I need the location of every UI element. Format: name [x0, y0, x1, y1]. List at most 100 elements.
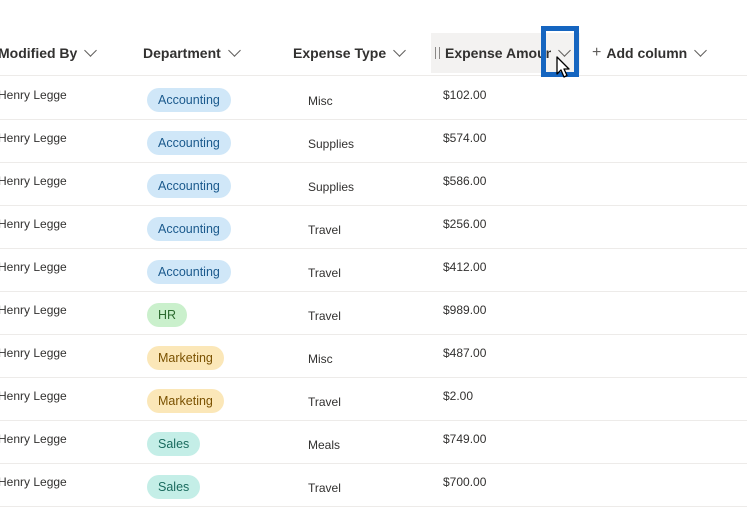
department-pill: Marketing — [147, 345, 224, 370]
department-cell: Accounting — [147, 164, 231, 207]
column-header-label: Expense Amount — [445, 45, 551, 61]
add-column-button[interactable]: + Add column — [592, 31, 708, 75]
expense-amount-cell: $700.00 — [443, 460, 486, 503]
table-row[interactable]: Henry Legge Marketing Travel $2.00 — [0, 377, 747, 421]
department-cell: Accounting — [147, 250, 231, 293]
department-pill: Accounting — [147, 130, 231, 155]
department-pill: Accounting — [147, 87, 231, 112]
department-cell: Accounting — [147, 78, 231, 121]
table-row[interactable]: Henry Legge HR Travel $989.00 — [0, 291, 747, 335]
expense-type-text: Travel — [308, 265, 341, 280]
department-pill: Accounting — [147, 259, 231, 284]
column-header-label: Modified By — [0, 45, 78, 61]
table-row[interactable]: Henry Legge Accounting Misc $102.00 — [0, 76, 747, 120]
expense-type-text: Misc — [308, 351, 333, 366]
expense-amount-text: $586.00 — [443, 173, 487, 188]
expense-type-cell: Misc — [308, 79, 333, 122]
expense-type-text: Supplies — [308, 179, 355, 194]
expense-type-cell: Travel — [308, 380, 341, 423]
expense-type-cell: Meals — [308, 423, 340, 466]
table-row[interactable]: Henry Legge Accounting Supplies $586.00 — [0, 162, 747, 206]
column-resize-grip-icon[interactable] — [435, 47, 440, 59]
modified-by-text: Henry Legge — [0, 345, 67, 360]
modified-by-text: Henry Legge — [0, 130, 67, 145]
modified-by-cell: Henry Legge — [0, 159, 67, 202]
modified-by-text: Henry Legge — [0, 259, 67, 274]
column-header-expense-type[interactable]: Expense Type — [293, 31, 406, 75]
expense-amount-text: $574.00 — [443, 130, 487, 145]
modified-by-cell: Henry Legge — [0, 374, 67, 417]
modified-by-text: Henry Legge — [0, 474, 67, 489]
modified-by-cell: Henry Legge — [0, 288, 67, 331]
expense-amount-text: $700.00 — [443, 474, 487, 489]
modified-by-text: Henry Legge — [0, 173, 67, 188]
modified-by-text: Henry Legge — [0, 216, 67, 231]
expense-amount-cell: $256.00 — [443, 202, 486, 245]
expense-type-cell: Supplies — [308, 165, 354, 208]
expense-amount-text: $412.00 — [443, 259, 487, 274]
column-header-label: Department — [143, 45, 221, 61]
expense-type-text: Supplies — [308, 136, 355, 151]
modified-by-text: Henry Legge — [0, 431, 67, 446]
department-cell: Marketing — [147, 336, 224, 379]
expense-type-cell: Supplies — [308, 122, 354, 165]
expense-amount-text: $487.00 — [443, 345, 487, 360]
expense-amount-text: $749.00 — [443, 431, 487, 446]
table-row[interactable]: Henry Legge Sales Meals $749.00 — [0, 420, 747, 464]
department-cell: Sales — [147, 422, 201, 465]
add-column-label: Add column — [606, 45, 688, 61]
table-row[interactable]: Henry Legge Accounting Travel $412.00 — [0, 248, 747, 292]
expense-amount-cell: $574.00 — [443, 116, 486, 159]
department-cell: Marketing — [147, 379, 224, 422]
expense-type-cell: Travel — [308, 294, 341, 337]
modified-by-text: Henry Legge — [0, 302, 67, 317]
modified-by-cell: Henry Legge — [0, 460, 67, 503]
department-pill: Accounting — [147, 173, 231, 198]
department-cell: HR — [147, 293, 188, 336]
department-pill: HR — [147, 302, 188, 327]
chevron-down-icon[interactable] — [393, 44, 406, 57]
department-pill: Sales — [147, 474, 201, 499]
expense-amount-cell: $749.00 — [443, 417, 486, 460]
plus-icon: + — [592, 44, 602, 61]
chevron-down-icon[interactable] — [84, 44, 98, 57]
expense-type-text: Misc — [308, 93, 333, 108]
modified-by-cell: Henry Legge — [0, 245, 67, 288]
table-row[interactable]: Henry Legge Accounting Travel $256.00 — [0, 205, 747, 249]
expense-amount-text: $2.00 — [443, 388, 474, 403]
department-pill: Accounting — [147, 216, 231, 241]
chevron-down-icon[interactable] — [694, 44, 708, 57]
column-header-label: Expense Type — [293, 45, 387, 61]
expense-amount-cell: $586.00 — [443, 159, 486, 202]
chevron-down-icon[interactable] — [227, 44, 241, 57]
list-header-row: Modified By Department Expense Type Expe… — [0, 31, 747, 76]
table-row[interactable]: Henry Legge Sales Travel $700.00 — [0, 463, 747, 507]
modified-by-text: Henry Legge — [0, 87, 67, 102]
modified-by-text: Henry Legge — [0, 388, 67, 403]
modified-by-cell: Henry Legge — [0, 202, 67, 245]
department-cell: Sales — [147, 465, 201, 508]
expense-type-text: Travel — [308, 394, 341, 409]
table-row[interactable]: Henry Legge Accounting Supplies $574.00 — [0, 119, 747, 163]
expense-amount-cell: $102.00 — [443, 73, 486, 116]
modified-by-cell: Henry Legge — [0, 331, 67, 374]
department-cell: Accounting — [147, 121, 231, 164]
column-header-department[interactable]: Department — [143, 31, 241, 75]
column-header-modified-by[interactable]: Modified By — [0, 31, 98, 75]
expense-type-cell: Travel — [308, 251, 341, 294]
department-pill: Marketing — [147, 388, 224, 413]
expense-type-text: Travel — [308, 222, 341, 237]
expense-amount-text: $256.00 — [443, 216, 487, 231]
modified-by-cell: Henry Legge — [0, 73, 67, 116]
table-row[interactable]: Henry Legge Marketing Misc $487.00 — [0, 334, 747, 378]
department-cell: Accounting — [147, 207, 231, 250]
department-pill: Sales — [147, 431, 201, 456]
expense-amount-cell: $487.00 — [443, 331, 486, 374]
expense-amount-cell: $412.00 — [443, 245, 486, 288]
expense-type-text: Travel — [308, 308, 341, 323]
expense-amount-text: $989.00 — [443, 302, 487, 317]
expense-type-text: Meals — [308, 437, 341, 452]
modified-by-cell: Henry Legge — [0, 116, 67, 159]
expense-type-cell: Travel — [308, 208, 341, 251]
expense-amount-cell: $989.00 — [443, 288, 486, 331]
